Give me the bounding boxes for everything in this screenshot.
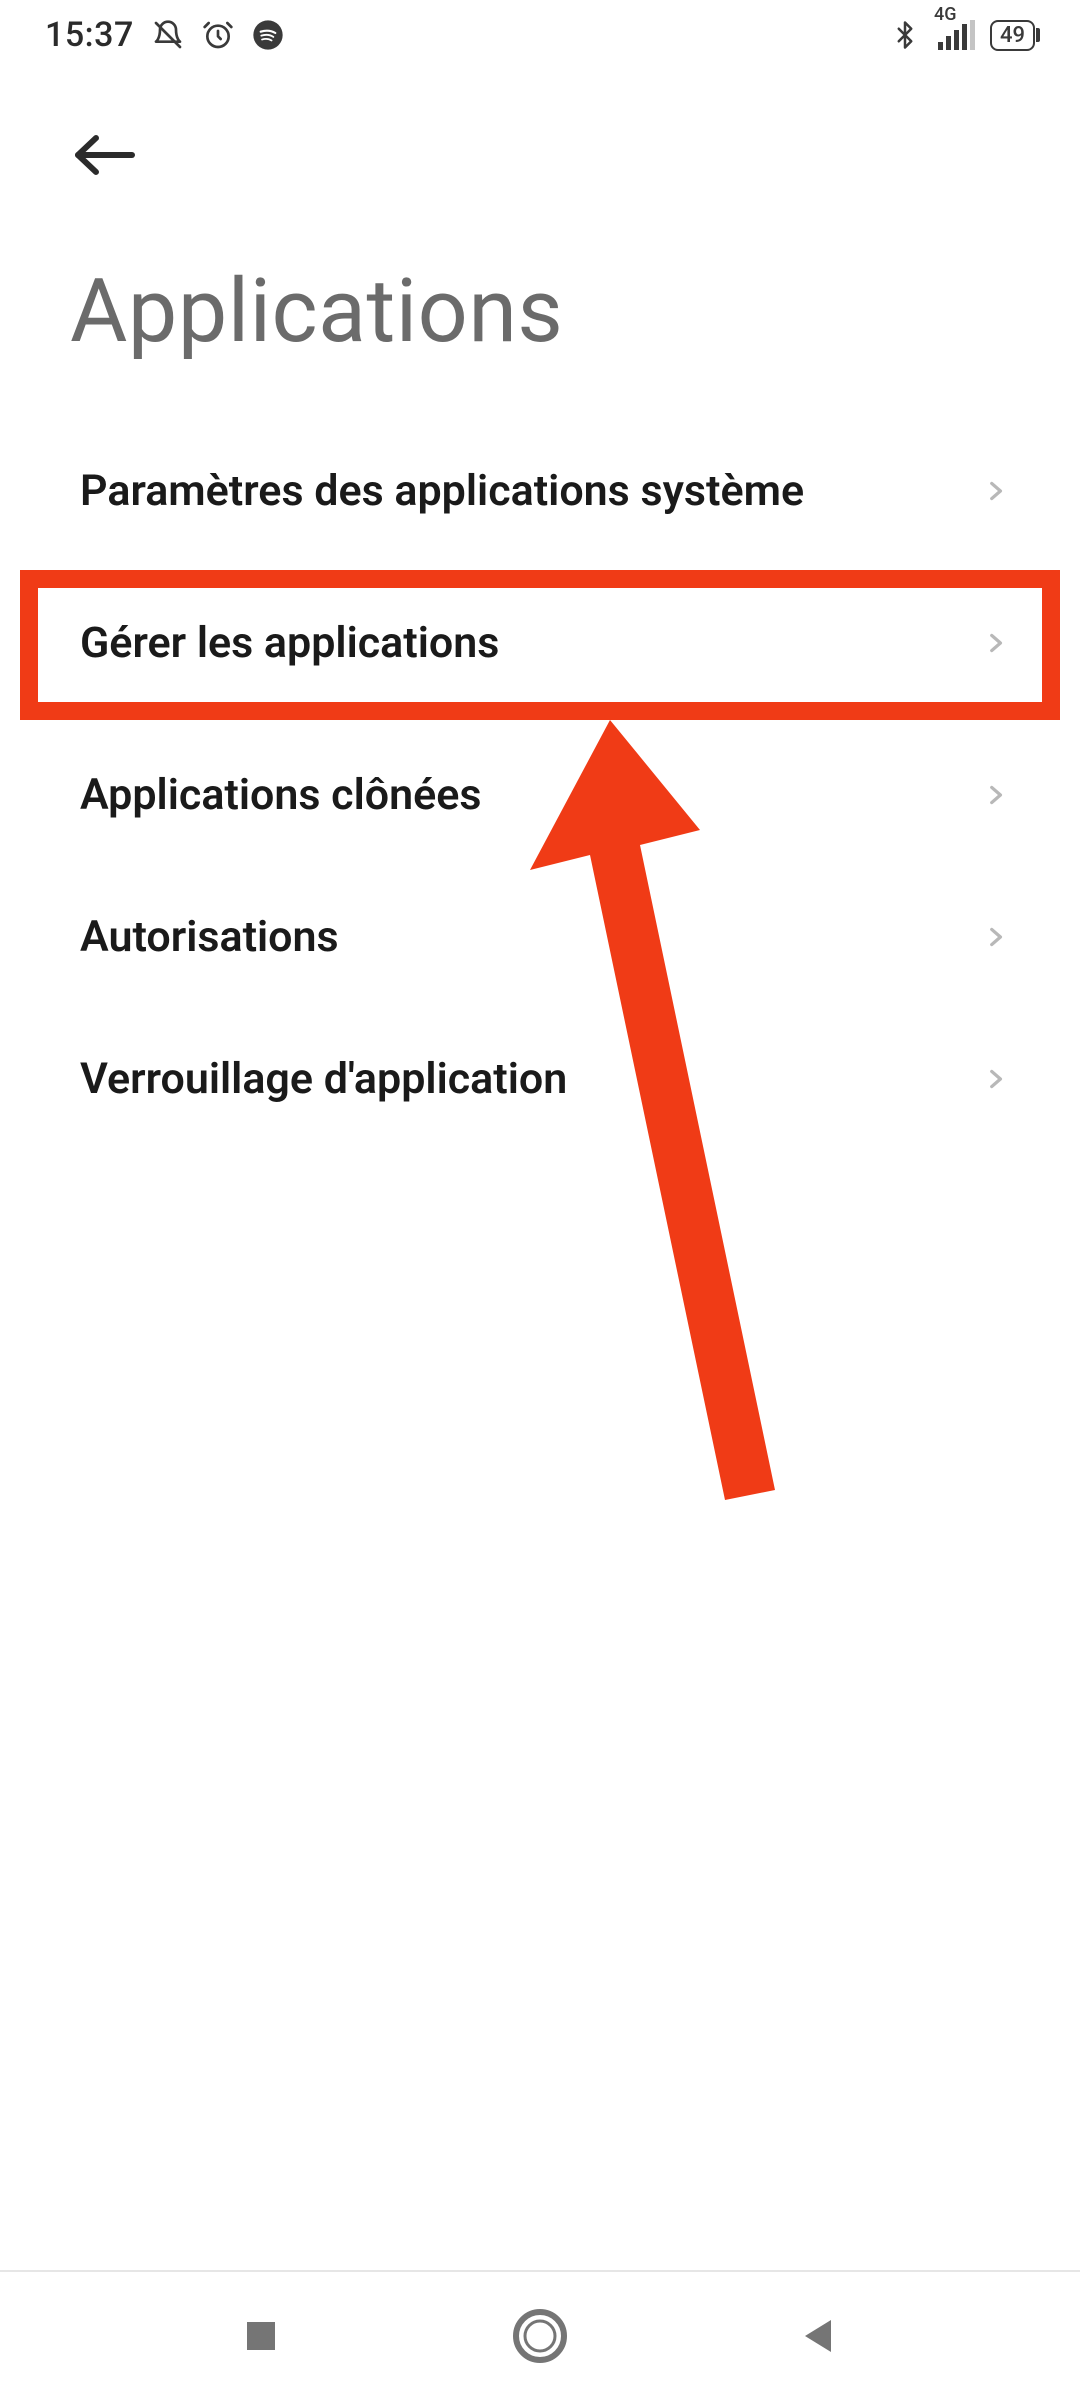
list-item-system-app-settings[interactable]: Paramètres des applications système bbox=[0, 420, 1080, 562]
list-item-permissions[interactable]: Autorisations bbox=[0, 866, 1080, 1008]
status-left: 15:37 bbox=[45, 15, 284, 55]
chevron-right-icon bbox=[982, 924, 1008, 950]
nav-back-button[interactable] bbox=[799, 2316, 839, 2356]
list-item-cloned-apps[interactable]: Applications clônées bbox=[0, 724, 1080, 866]
list-item-label: Gérer les applications bbox=[80, 618, 499, 668]
chevron-right-icon bbox=[982, 1066, 1008, 1092]
status-right: 4G 49 bbox=[890, 20, 1035, 51]
list-item-label: Paramètres des applications système bbox=[80, 466, 804, 516]
circle-icon bbox=[511, 2307, 569, 2365]
arrow-left-icon bbox=[70, 130, 140, 180]
chevron-right-icon bbox=[982, 630, 1008, 656]
nav-home-button[interactable] bbox=[511, 2307, 569, 2365]
square-icon bbox=[241, 2316, 281, 2356]
bell-off-icon bbox=[152, 19, 184, 51]
chevron-right-icon bbox=[982, 478, 1008, 504]
battery-level: 49 bbox=[1000, 23, 1025, 48]
network-label: 4G bbox=[934, 4, 957, 25]
list-item-app-lock[interactable]: Verrouillage d'application bbox=[0, 1008, 1080, 1150]
back-button[interactable] bbox=[70, 130, 140, 180]
nav-recent-apps-button[interactable] bbox=[241, 2316, 281, 2356]
chevron-right-icon bbox=[982, 782, 1008, 808]
page-title: Applications bbox=[70, 260, 563, 363]
bluetooth-icon bbox=[890, 20, 920, 50]
settings-list: Paramètres des applications système Gére… bbox=[0, 420, 1080, 1150]
status-bar: 15:37 4G 49 bbox=[0, 0, 1080, 70]
list-item-label: Verrouillage d'application bbox=[80, 1054, 567, 1104]
list-item-label: Autorisations bbox=[80, 912, 339, 962]
signal-icon: 4G bbox=[938, 20, 976, 50]
list-item-label: Applications clônées bbox=[80, 770, 482, 820]
spotify-icon bbox=[252, 19, 284, 51]
system-nav-bar bbox=[0, 2270, 1080, 2400]
list-item-manage-apps[interactable]: Gérer les applications bbox=[0, 562, 1080, 724]
alarm-icon bbox=[202, 19, 234, 51]
triangle-left-icon bbox=[799, 2316, 839, 2356]
battery-icon: 49 bbox=[990, 20, 1035, 51]
status-time: 15:37 bbox=[45, 15, 134, 55]
